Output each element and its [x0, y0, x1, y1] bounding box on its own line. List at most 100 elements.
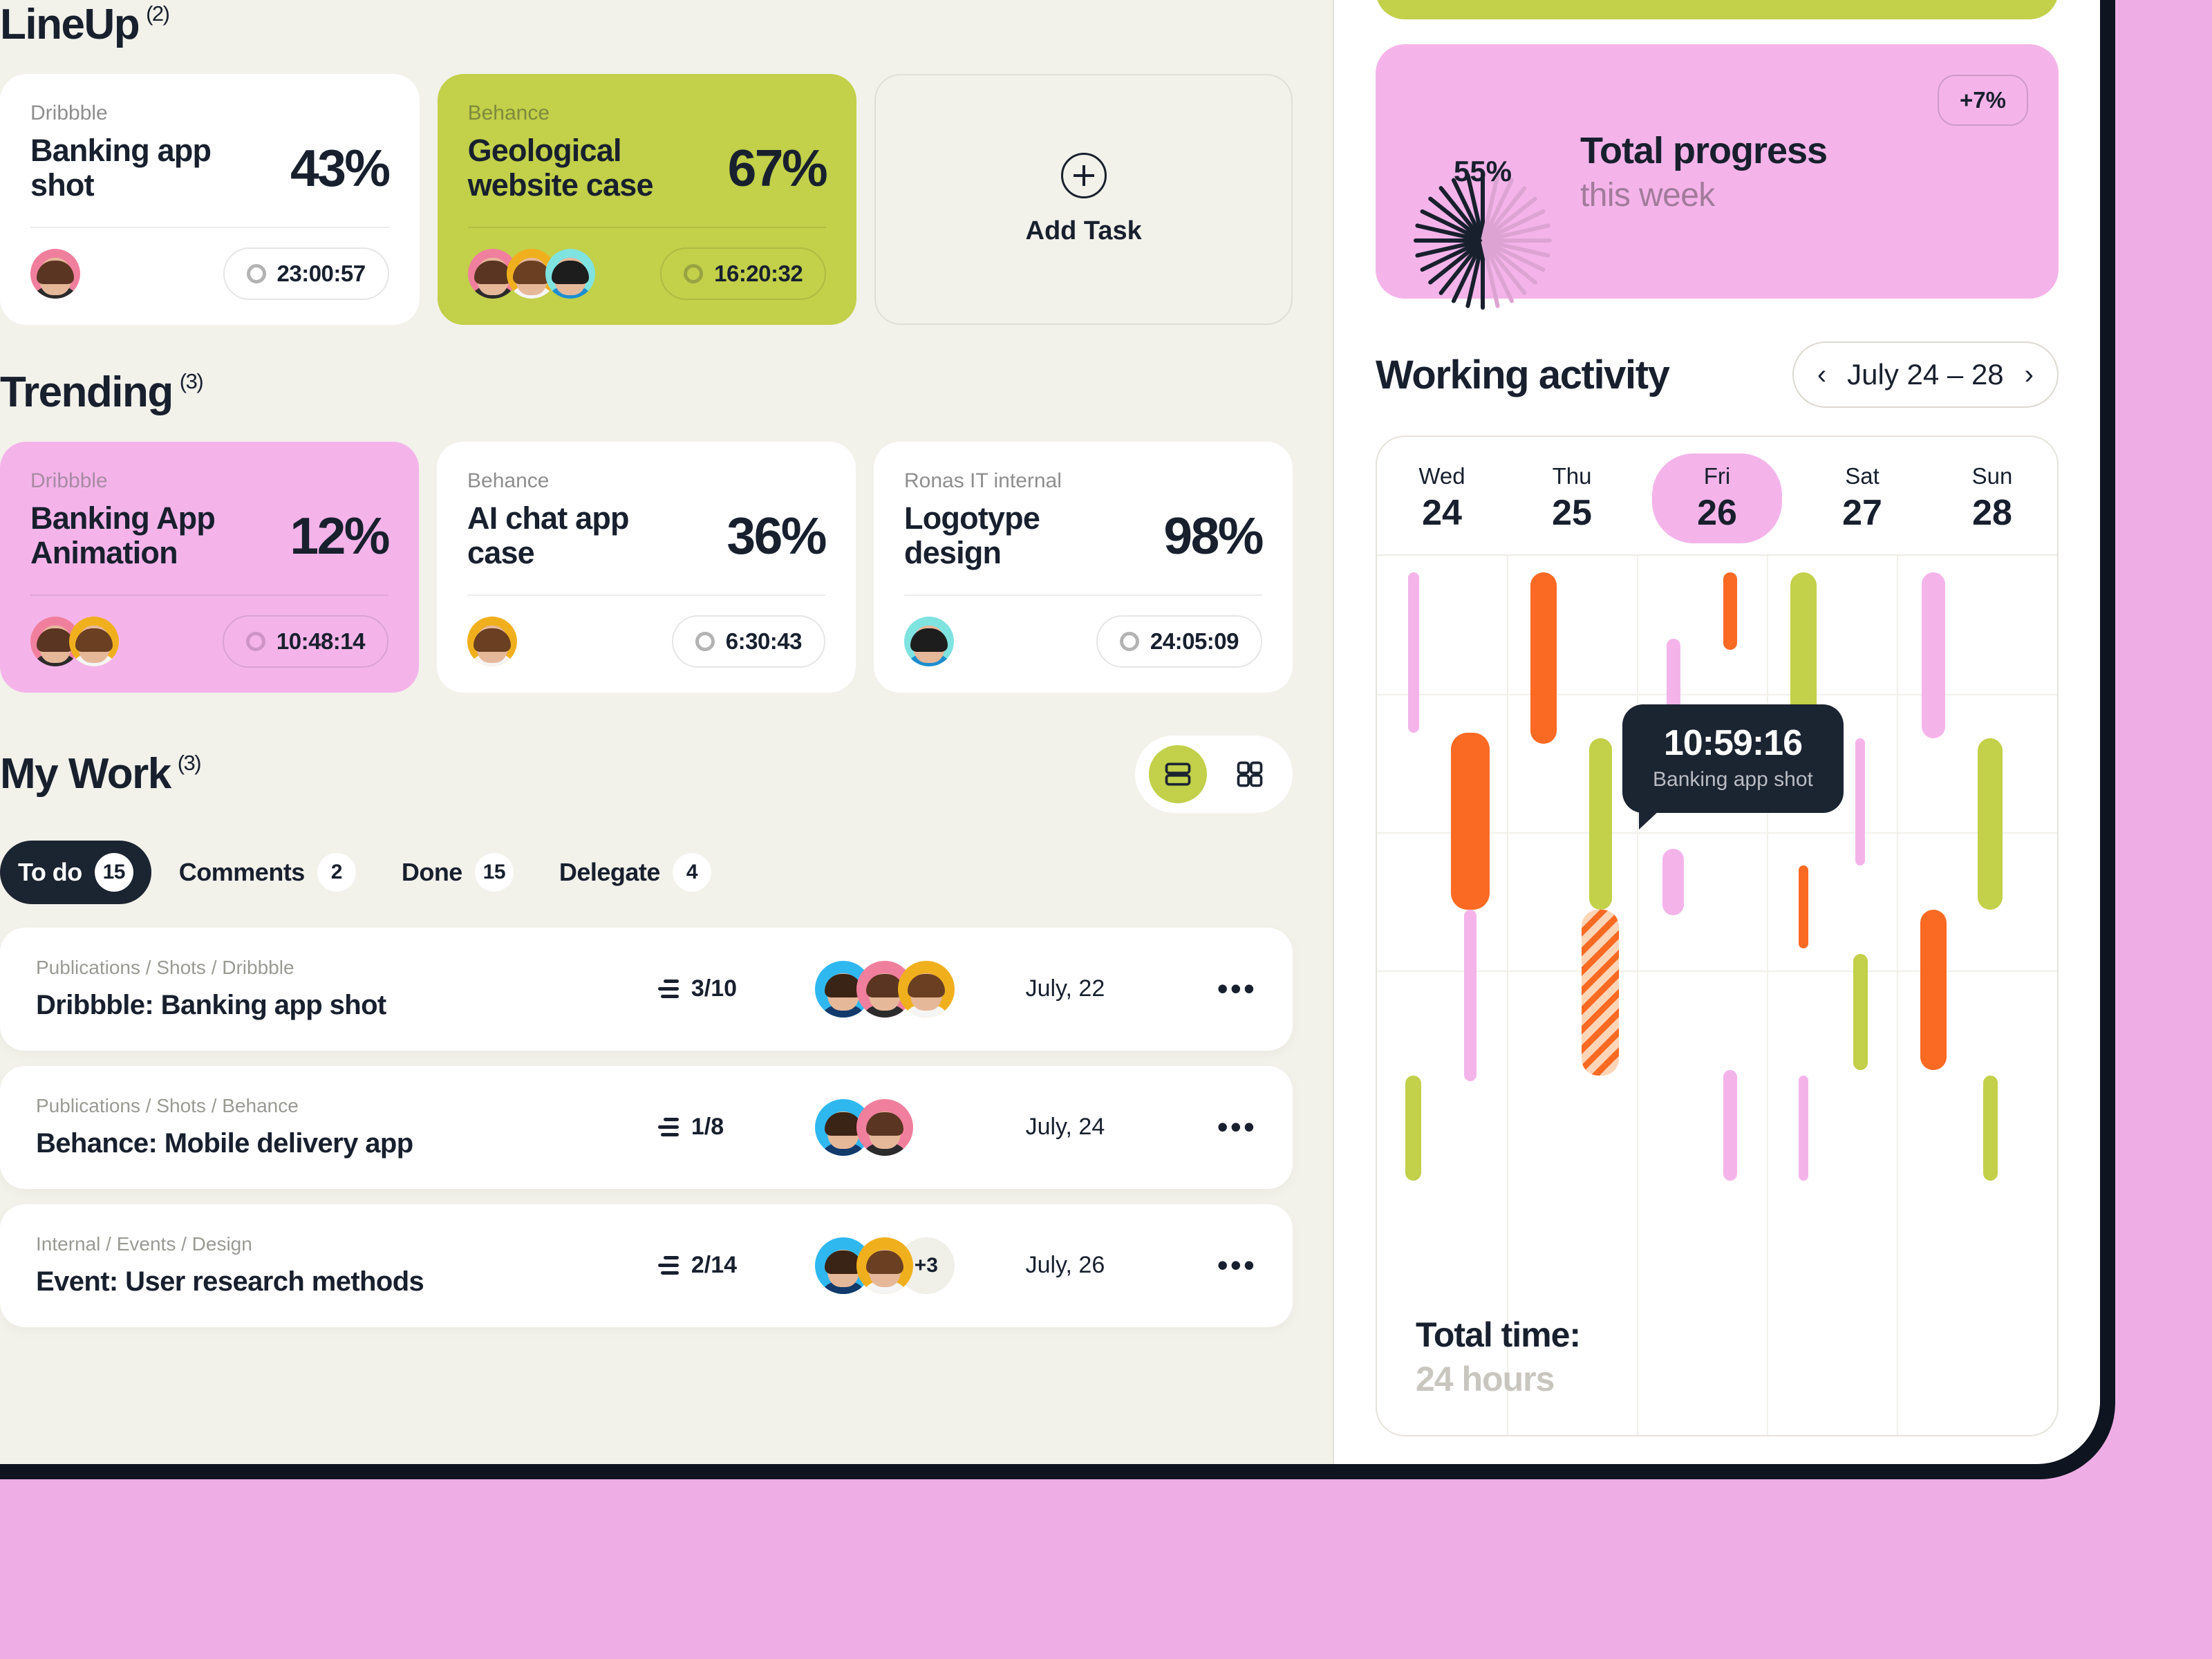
- table-row[interactable]: Internal / Events / Design Event: User re…: [0, 1203, 1293, 1327]
- avatar: [904, 616, 954, 666]
- assignee-avatars[interactable]: [467, 616, 517, 666]
- mywork-header: My Work (3): [0, 735, 1293, 813]
- assignee-avatars[interactable]: [467, 248, 595, 299]
- gridline: [1897, 556, 1898, 1435]
- trending-card-row: Dribbble Banking App Animation 12% 10:48:14…: [0, 441, 1293, 693]
- activity-bar[interactable]: [1798, 865, 1808, 948]
- total-progress-card[interactable]: +7% 55% Total progress this week: [1376, 44, 2059, 310]
- avatar: [856, 1098, 913, 1156]
- project-name: Geological website case: [467, 133, 654, 203]
- table-row[interactable]: Publications / Shots / Behance Behance: M…: [0, 1065, 1293, 1189]
- tab-label: Done: [401, 857, 463, 886]
- project-percent: 43%: [290, 139, 391, 198]
- project-card[interactable]: Dribbble Banking app shot 43% 23:00:57: [0, 74, 420, 325]
- more-options-icon[interactable]: •••: [1217, 973, 1257, 1004]
- project-card[interactable]: Behance Geological website case 67% 16:20:3…: [437, 74, 857, 325]
- project-name: Banking app shot: [30, 133, 212, 203]
- project-footer: 16:20:32: [467, 247, 827, 300]
- table-row[interactable]: Publications / Shots / Dribbble Dribbble:…: [0, 927, 1293, 1051]
- project-timer[interactable]: 6:30:43: [671, 615, 825, 668]
- tab-to-do[interactable]: To do 15: [0, 840, 151, 904]
- assignee-avatars[interactable]: [904, 616, 954, 666]
- project-timer[interactable]: 16:20:32: [660, 247, 827, 300]
- day-column-24[interactable]: Wed 24: [1377, 453, 1507, 543]
- project-timer[interactable]: 10:48:14: [222, 615, 388, 668]
- add-task-card[interactable]: Add Task: [874, 74, 1293, 325]
- chevron-right-icon[interactable]: ›: [2025, 359, 2034, 391]
- watch-icon: [695, 631, 715, 651]
- lineup-section-title: LineUp (2): [0, 0, 1293, 49]
- view-toggle-group[interactable]: [1135, 735, 1293, 813]
- activity-bar[interactable]: [1921, 572, 1945, 738]
- activity-bar[interactable]: [1662, 849, 1684, 915]
- avatar: [545, 248, 595, 299]
- list-view-icon[interactable]: [1149, 744, 1207, 803]
- project-source: Dribbble: [30, 469, 108, 492]
- tab-done[interactable]: Done 15: [384, 841, 532, 904]
- task-assignees[interactable]: [814, 960, 1026, 1018]
- day-name: Sun: [1971, 463, 2013, 489]
- checklist-icon: [655, 980, 679, 999]
- project-card[interactable]: Ronas IT internal Logotype design 98% 24:05…: [874, 441, 1293, 693]
- activity-bar[interactable]: [1983, 1076, 1998, 1181]
- project-card[interactable]: Dribbble Banking App Animation 12% 10:48:14: [0, 441, 419, 693]
- grid-view-icon[interactable]: [1221, 745, 1279, 803]
- watch-icon: [1119, 631, 1139, 651]
- activity-bar[interactable]: [1464, 910, 1477, 1081]
- subtask-progress: 3/10: [655, 975, 815, 1002]
- project-percent: 12%: [290, 507, 390, 565]
- project-name: AI chat app case: [467, 500, 630, 571]
- project-name: Logotype design: [904, 500, 1040, 571]
- project-timer[interactable]: 23:00:57: [223, 247, 389, 300]
- avatar: [856, 1237, 913, 1294]
- progress-title: Total progress: [1580, 129, 1828, 171]
- tooltip-tail: [1639, 809, 1660, 830]
- task-assignees[interactable]: [814, 1098, 1026, 1156]
- activity-bar[interactable]: [1978, 738, 2003, 910]
- assignee-avatars[interactable]: [30, 248, 80, 299]
- project-card[interactable]: Behance AI chat app case 36% 6:30:43: [437, 441, 856, 693]
- more-options-icon[interactable]: •••: [1217, 1111, 1257, 1143]
- activity-bar[interactable]: [1853, 954, 1868, 1070]
- project-name: Banking App Animation: [30, 500, 216, 571]
- progress-text-block: Total progress this week: [1580, 129, 1828, 214]
- tab-delegate[interactable]: Delegate 4: [541, 841, 729, 904]
- activity-bar[interactable]: [1723, 1070, 1738, 1181]
- project-main: Logotype design 98%: [904, 500, 1264, 571]
- day-column-26[interactable]: Fri 26: [1652, 453, 1782, 543]
- week-range-nav[interactable]: ‹ July 24 – 28 ›: [1792, 341, 2059, 408]
- more-options-icon[interactable]: •••: [1217, 1249, 1257, 1281]
- activity-bar[interactable]: [1589, 738, 1612, 910]
- project-main: Geological website case 67%: [467, 133, 828, 203]
- project-percent: 36%: [727, 507, 827, 565]
- tab-comments[interactable]: Comments 2: [161, 841, 374, 904]
- day-column-27[interactable]: Sat 27: [1797, 453, 1927, 543]
- assignee-avatars[interactable]: [30, 616, 119, 666]
- tab-badge: 15: [94, 852, 133, 892]
- activity-bar[interactable]: [1405, 1076, 1422, 1181]
- total-time-value: 24 hours: [1416, 1360, 1555, 1398]
- activity-chart-card: Wed 24 Thu 25 Fri 26 Sat 27 Sun 28 10:59:16 Banki…: [1376, 435, 2059, 1436]
- activity-bar[interactable]: [1530, 572, 1557, 744]
- activity-header: Working activity ‹ July 24 – 28 ›: [1376, 341, 2059, 408]
- project-footer: 24:05:09: [904, 615, 1262, 668]
- watch-icon: [246, 263, 266, 283]
- gridline: [1377, 971, 2057, 972]
- mywork-tabs[interactable]: To do 15 Comments 2 Done 15 Delegate 4: [0, 840, 1293, 904]
- activity-bar[interactable]: [1798, 1076, 1808, 1181]
- activity-bar[interactable]: [1855, 738, 1866, 865]
- day-column-28[interactable]: Sun 28: [1927, 453, 2057, 543]
- total-time-label: Total time:: [1416, 1315, 1581, 1354]
- activity-bar[interactable]: [1407, 572, 1419, 733]
- project-source: Dribbble: [30, 102, 108, 124]
- task-assignees[interactable]: +3: [814, 1237, 1026, 1294]
- activity-bar[interactable]: [1451, 733, 1490, 910]
- day-column-25[interactable]: Thu 25: [1507, 453, 1637, 543]
- activity-bar[interactable]: [1723, 572, 1738, 650]
- project-timer[interactable]: 24:05:09: [1096, 615, 1262, 668]
- card-divider: [904, 594, 1262, 596]
- task-list: Publications / Shots / Dribbble Dribbble:…: [0, 927, 1293, 1327]
- activity-bar[interactable]: [1582, 910, 1620, 1076]
- activity-bar[interactable]: [1920, 910, 1947, 1070]
- chevron-left-icon[interactable]: ‹: [1817, 359, 1826, 391]
